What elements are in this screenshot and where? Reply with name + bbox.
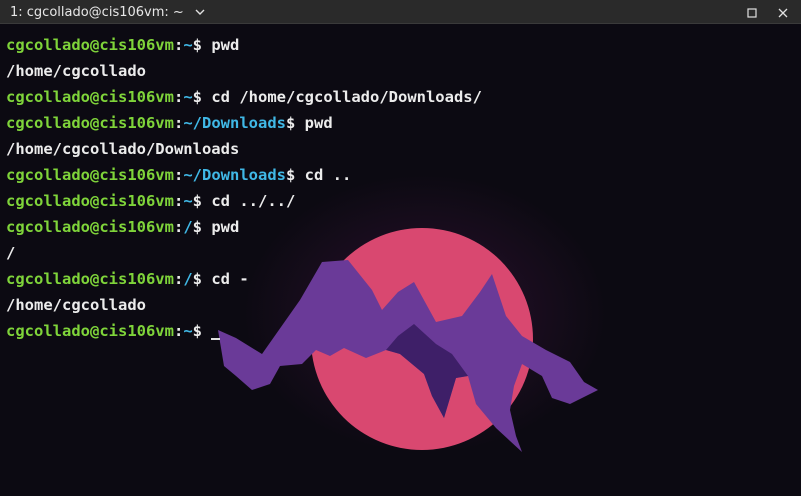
prompt-path: ~ [183,88,193,106]
prompt-user-host: cgcollado@cis106vm [6,322,174,340]
prompt-separator: : [173,114,184,132]
prompt-symbol: $ [192,88,203,106]
prompt-symbol: $ [192,36,203,54]
terminal-area[interactable]: cgcollado@cis106vm:~$ pwd/home/cgcollado… [0,24,801,496]
prompt-user-host: cgcollado@cis106vm [6,36,174,54]
prompt-path: ~ [183,36,193,54]
prompt-path: ~ [183,192,193,210]
command-text: pwd [202,36,240,54]
terminal-tab[interactable]: 1: cgcollado@cis106vm: ~ [0,0,206,24]
command-text: cd /home/cgcollado/Downloads/ [202,88,482,106]
output-text: /home/cgcollado [6,62,146,80]
prompt-line: cgcollado@cis106vm:~$ cd /home/cgcollado… [6,84,482,110]
prompt-symbol: $ [192,218,203,236]
prompt-user-host: cgcollado@cis106vm [6,218,174,236]
prompt-line: cgcollado@cis106vm:~/Downloads$ cd .. [6,162,482,188]
text-cursor [211,338,221,340]
prompt-path: ~/Downloads [183,166,286,184]
prompt-symbol: $ [192,322,203,340]
prompt-path: ~ [183,322,193,340]
command-text: pwd [202,218,240,236]
prompt-separator: : [173,36,184,54]
output-text: /home/cgcollado/Downloads [6,140,240,158]
output-line: /home/cgcollado/Downloads [6,136,482,162]
prompt-separator: : [173,88,184,106]
prompt-separator: : [173,192,184,210]
command-text: cd .. [295,166,352,184]
output-line: /home/cgcollado [6,58,482,84]
prompt-path: / [183,218,193,236]
prompt-path: ~/Downloads [183,114,286,132]
prompt-user-host: cgcollado@cis106vm [6,270,174,288]
prompt-line: cgcollado@cis106vm:~$ [6,318,482,344]
output-line: /home/cgcollado [6,292,482,318]
title-bar: 1: cgcollado@cis106vm: ~ [0,0,801,24]
prompt-symbol: $ [192,192,203,210]
maximize-button[interactable] [736,0,768,24]
prompt-line: cgcollado@cis106vm:~$ pwd [6,32,482,58]
command-text [202,322,211,340]
prompt-line: cgcollado@cis106vm:/$ pwd [6,214,482,240]
prompt-symbol: $ [285,114,296,132]
window-title: 1: cgcollado@cis106vm: ~ [10,4,184,20]
prompt-separator: : [173,270,184,288]
prompt-user-host: cgcollado@cis106vm [6,166,174,184]
prompt-user-host: cgcollado@cis106vm [6,114,174,132]
prompt-user-host: cgcollado@cis106vm [6,88,174,106]
command-text: pwd [295,114,333,132]
command-text: cd ../../ [202,192,296,210]
chevron-down-icon[interactable] [194,6,206,18]
prompt-line: cgcollado@cis106vm:~$ cd ../../ [6,188,482,214]
prompt-symbol: $ [192,270,203,288]
output-line: / [6,240,482,266]
output-text: / [6,244,16,262]
close-button[interactable] [767,0,799,24]
prompt-line: cgcollado@cis106vm:/$ cd - [6,266,482,292]
prompt-separator: : [173,218,184,236]
terminal-output: cgcollado@cis106vm:~$ pwd/home/cgcollado… [6,32,482,344]
command-text: cd - [202,270,249,288]
output-text: /home/cgcollado [6,296,146,314]
prompt-user-host: cgcollado@cis106vm [6,192,174,210]
prompt-path: / [183,270,193,288]
close-icon [778,3,788,22]
prompt-line: cgcollado@cis106vm:~/Downloads$ pwd [6,110,482,136]
maximize-icon [747,3,757,22]
prompt-separator: : [173,166,184,184]
prompt-separator: : [173,322,184,340]
prompt-symbol: $ [285,166,296,184]
